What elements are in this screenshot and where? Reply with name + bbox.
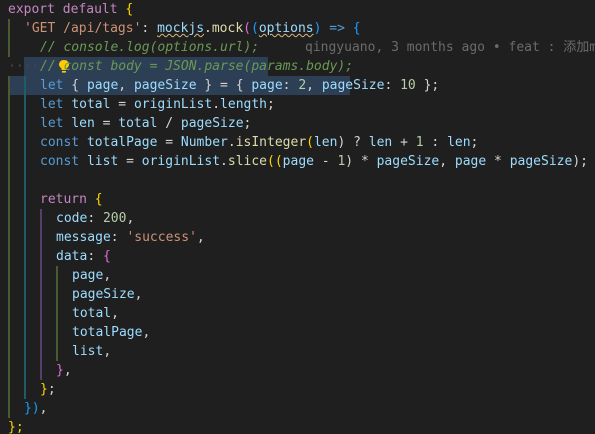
code-line-7[interactable]: let len = total / pageSize;	[0, 114, 595, 133]
code-line-22[interactable]: }),	[0, 399, 595, 418]
code-line-9[interactable]: const list = originList.slice((page - 1)…	[0, 152, 595, 171]
code-line-6[interactable]: let total = originList.length;	[0, 95, 595, 114]
code-line-2[interactable]: 'GET /api/tags': mockjs.mock((options) =…	[0, 19, 595, 38]
code-editor[interactable]: export default { 'GET /api/tags': mockjs…	[0, 0, 595, 434]
code-line-12[interactable]: code: 200,	[0, 209, 595, 228]
code-line-13[interactable]: message: 'success',	[0, 228, 595, 247]
code-line-5[interactable]: let { page, pageSize } = { page: 2, page…	[0, 76, 595, 95]
code-line-15[interactable]: page,	[0, 266, 595, 285]
lightbulb-icon[interactable]	[10, 40, 69, 73]
code-line-17[interactable]: total,	[0, 304, 595, 323]
code-line-18[interactable]: totalPage,	[0, 323, 595, 342]
code-line-14[interactable]: data: {	[0, 247, 595, 266]
code-line-19[interactable]: list,	[0, 342, 595, 361]
code-line-10[interactable]	[0, 171, 595, 190]
code-line-20[interactable]: },	[0, 361, 595, 380]
code-line-8[interactable]: const totalPage = Number.isInteger(len) …	[0, 133, 595, 152]
code-line-11[interactable]: return {	[0, 190, 595, 209]
code-line-4[interactable]: ···· // const body = JSON.parse(params.b…	[0, 57, 595, 95]
code-line-1[interactable]: export default {	[0, 0, 595, 19]
code-line-3[interactable]: // console.log(options.url); qingyuano, …	[0, 38, 595, 76]
git-blame-annotation: qingyuano, 3 months ago • feat : 添加m	[305, 40, 595, 55]
code-line-16[interactable]: pageSize,	[0, 285, 595, 304]
code-line-23[interactable]: };	[0, 418, 595, 434]
code-line-21[interactable]: };	[0, 380, 595, 399]
